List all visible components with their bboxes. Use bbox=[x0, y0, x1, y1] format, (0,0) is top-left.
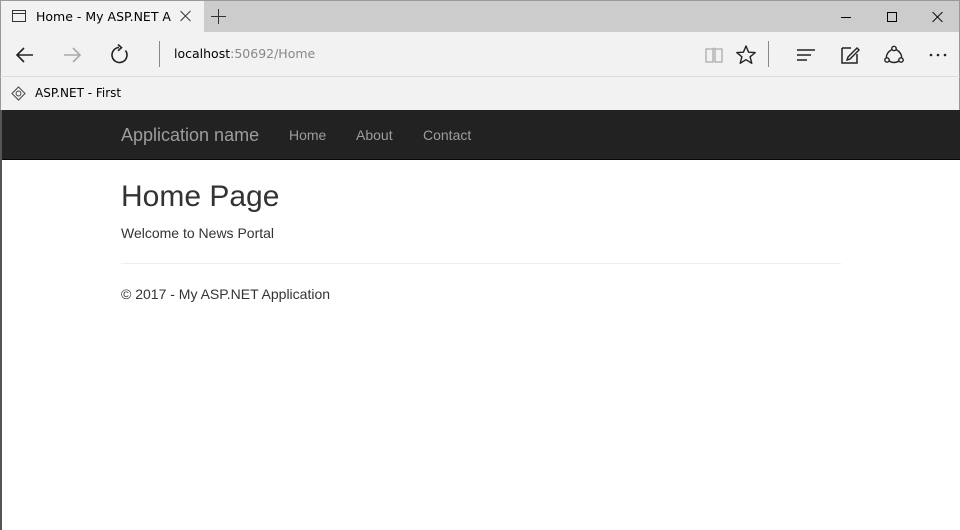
tab-close-icon[interactable] bbox=[178, 8, 194, 24]
nav-link-contact[interactable]: Contact bbox=[423, 127, 471, 143]
toolbar-separator bbox=[768, 41, 769, 67]
hub-icon[interactable] bbox=[792, 41, 820, 69]
browser-tab[interactable]: Home - My ASP.NET Ap bbox=[1, 1, 204, 33]
page-icon bbox=[12, 10, 26, 22]
tab-strip: Home - My ASP.NET Ap bbox=[0, 0, 960, 33]
favorite-site-icon bbox=[11, 86, 26, 101]
more-icon[interactable] bbox=[924, 41, 952, 69]
maximize-button[interactable] bbox=[869, 1, 915, 33]
new-tab-icon[interactable] bbox=[211, 9, 227, 25]
page-title: Home Page bbox=[121, 180, 280, 213]
address-path: :50692/Home bbox=[230, 46, 316, 61]
navbar-brand[interactable]: Application name bbox=[121, 125, 259, 146]
address-host: localhost bbox=[174, 46, 231, 61]
favorites-bar: ASP.NET - First bbox=[0, 77, 960, 110]
nav-link-about[interactable]: About bbox=[356, 127, 393, 143]
web-note-icon[interactable] bbox=[836, 41, 864, 69]
favorite-item-asp-net-first[interactable]: ASP.NET - First bbox=[35, 86, 121, 100]
site-navbar: Application name Home About Contact bbox=[2, 110, 960, 160]
address-separator bbox=[159, 41, 160, 67]
address-field[interactable]: localhost:50692/Home bbox=[174, 46, 315, 61]
minimize-button[interactable] bbox=[823, 1, 869, 33]
refresh-icon[interactable] bbox=[106, 41, 134, 69]
footer-text: © 2017 - My ASP.NET Application bbox=[121, 286, 331, 302]
footer-divider bbox=[121, 263, 841, 264]
reading-view-icon[interactable] bbox=[700, 41, 728, 69]
back-arrow-icon[interactable] bbox=[11, 41, 39, 69]
welcome-text: Welcome to News Portal bbox=[121, 225, 275, 241]
browser-toolbar: localhost:50692/Home bbox=[0, 32, 960, 77]
star-icon[interactable] bbox=[732, 41, 760, 69]
close-window-button[interactable] bbox=[915, 1, 960, 33]
tab-title: Home - My ASP.NET Ap bbox=[36, 9, 172, 24]
forward-arrow-icon[interactable] bbox=[58, 41, 86, 69]
web-page: Application name Home About Contact Home… bbox=[0, 110, 960, 530]
nav-link-home[interactable]: Home bbox=[289, 127, 326, 143]
share-icon[interactable] bbox=[880, 41, 908, 69]
